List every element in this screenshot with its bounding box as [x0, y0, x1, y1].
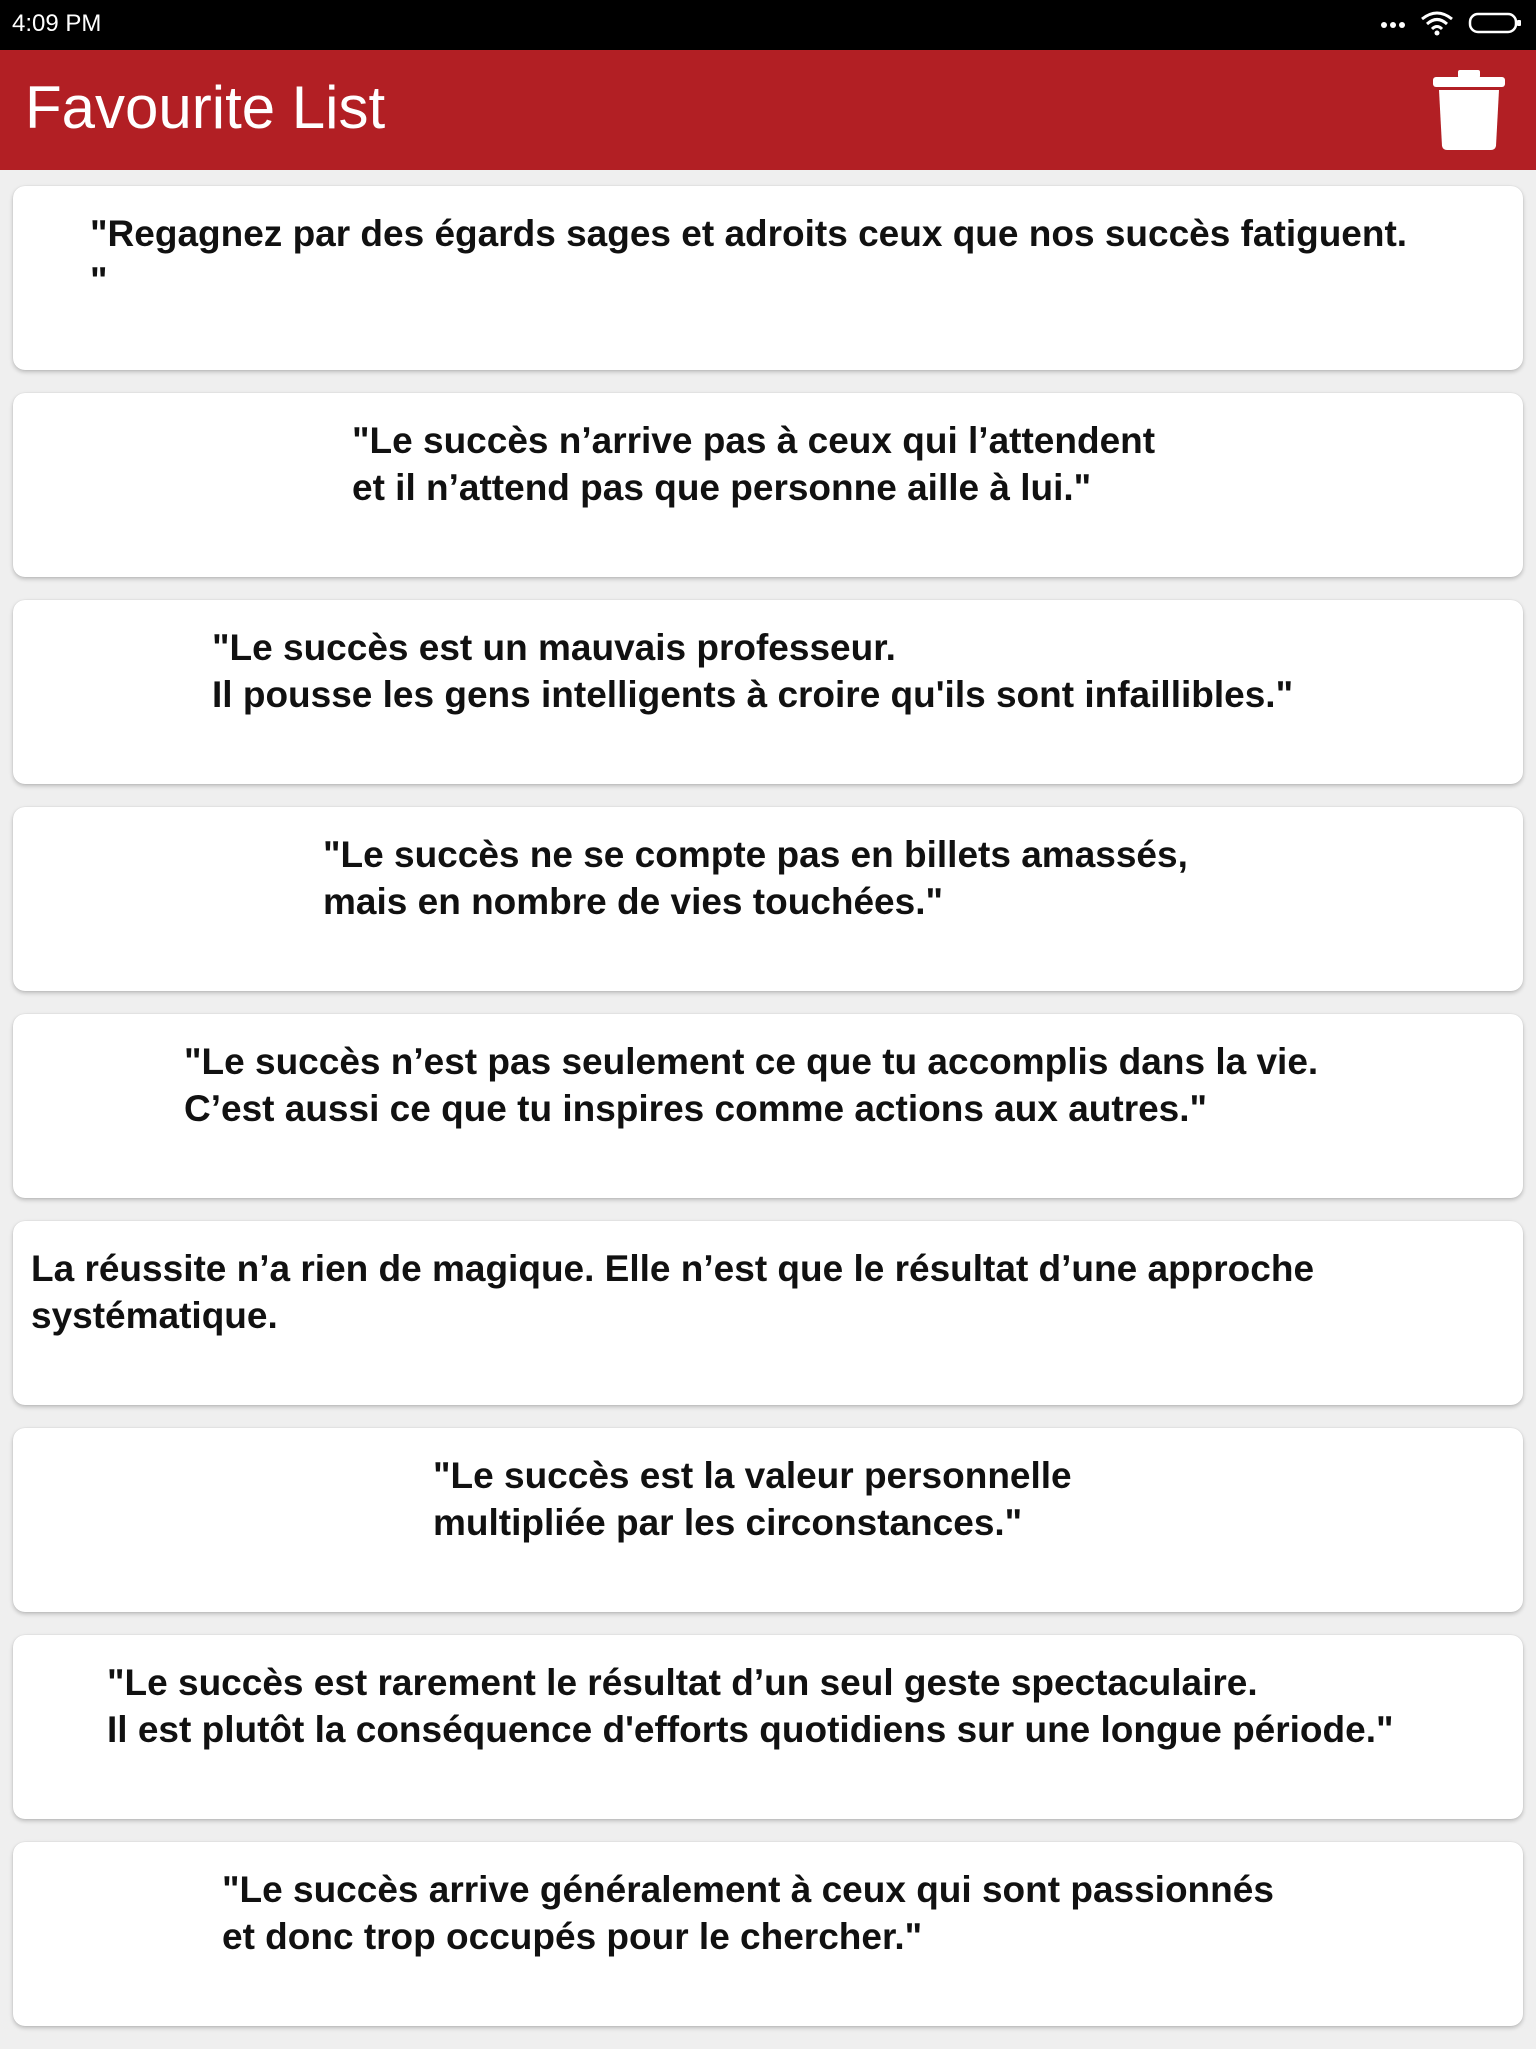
quote-card[interactable]: "Le succès n’arrive pas à ceux qui l’att… — [13, 393, 1523, 577]
trash-icon — [1431, 68, 1507, 157]
quote-text: "Le succès n’est pas seulement ce que tu… — [184, 1041, 1319, 1129]
quote-text: "Le succès ne se compte pas en billets a… — [323, 834, 1188, 922]
quote-card[interactable]: La réussite n’a rien de magique. Elle n’… — [13, 1221, 1523, 1405]
delete-all-button[interactable] — [1426, 66, 1512, 158]
page-title: Favourite List — [25, 74, 386, 141]
quote-card[interactable]: "Le succès ne se compte pas en billets a… — [13, 807, 1523, 991]
wifi-icon — [1420, 10, 1454, 41]
quote-text: "Le succès n’arrive pas à ceux qui l’att… — [352, 420, 1156, 508]
quote-card[interactable]: "Le succès est la valeur personnelle mul… — [13, 1428, 1523, 1612]
quote-text: "Le succès est la valeur personnelle mul… — [433, 1455, 1072, 1543]
quote-text: "Regagnez par des égards sages et adroit… — [90, 213, 1408, 301]
quote-card[interactable]: "Le succès arrive généralement à ceux qu… — [13, 1842, 1523, 2026]
quote-card[interactable]: "Le succès est un mauvais professeur. Il… — [13, 600, 1523, 784]
quote-text: "Le succès arrive généralement à ceux qu… — [222, 1869, 1274, 1957]
more-dots-icon — [1380, 16, 1406, 34]
app-bar: Favourite List — [0, 50, 1536, 170]
quote-text: La réussite n’a rien de magique. Elle n’… — [31, 1248, 1315, 1336]
quote-text: "Le succès est un mauvais professeur. Il… — [212, 627, 1294, 715]
favourite-list: "Regagnez par des égards sages et adroit… — [13, 186, 1523, 2049]
quote-card[interactable]: "Le succès n’est pas seulement ce que tu… — [13, 1014, 1523, 1198]
status-icons — [1380, 8, 1524, 42]
status-bar: 4:09 PM — [0, 0, 1536, 50]
quote-card[interactable]: "Regagnez par des égards sages et adroit… — [13, 186, 1523, 370]
quote-card[interactable]: "Le succès est rarement le résultat d’un… — [13, 1635, 1523, 1819]
battery-icon — [1468, 11, 1524, 40]
status-time: 4:09 PM — [12, 10, 102, 37]
quote-text: "Le succès est rarement le résultat d’un… — [107, 1662, 1394, 1750]
